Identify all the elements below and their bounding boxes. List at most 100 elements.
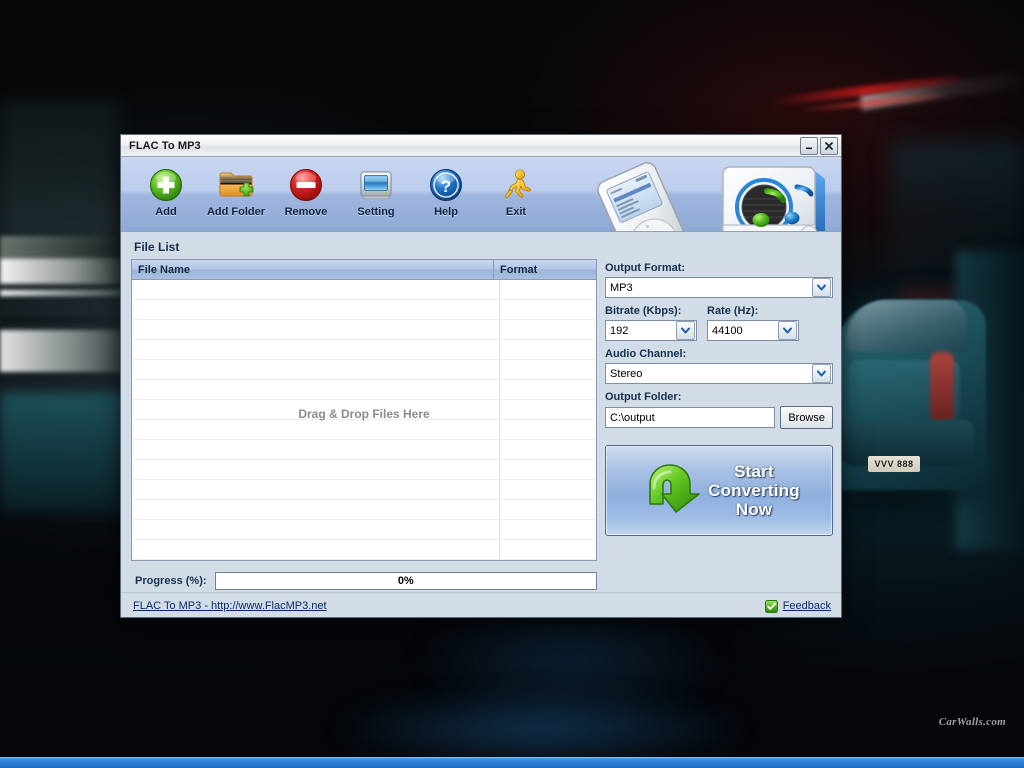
toolbar-label-add-folder: Add Folder xyxy=(207,206,265,218)
help-icon: ? xyxy=(426,165,466,205)
feedback-group[interactable]: Feedback xyxy=(765,600,831,613)
rate-value: 44100 xyxy=(708,325,778,337)
file-list-rows[interactable]: Drag & Drop Files Here xyxy=(132,280,596,560)
toolbar: Add Add Folder xyxy=(121,157,841,232)
car-taillight xyxy=(930,352,954,422)
site-link[interactable]: FLAC To MP3 - http://www.FlacMP3.net xyxy=(133,600,327,612)
green-check-icon xyxy=(765,600,778,613)
file-list[interactable]: File Name Format xyxy=(131,259,597,561)
remove-icon xyxy=(286,165,326,205)
toolbar-label-add: Add xyxy=(155,206,176,218)
column-header-format[interactable]: Format xyxy=(494,260,596,279)
svg-text:?: ? xyxy=(441,177,451,196)
audio-channel-label: Audio Channel: xyxy=(605,348,833,360)
wallpaper-blur-left-top xyxy=(0,100,118,240)
bitrate-value: 192 xyxy=(606,325,676,337)
title-bar[interactable]: FLAC To MP3 xyxy=(121,135,841,157)
progress-bar: 0% xyxy=(215,572,597,590)
add-icon xyxy=(146,165,186,205)
file-list-title: File List xyxy=(134,240,597,254)
table-row[interactable] xyxy=(132,480,596,500)
toolbar-label-exit: Exit xyxy=(506,206,526,218)
left-column: File List File Name Format xyxy=(131,240,597,592)
start-button-line3: Now xyxy=(736,500,772,519)
toolbar-label-setting: Setting xyxy=(357,206,394,218)
toolbar-label-remove: Remove xyxy=(285,206,328,218)
chevron-down-icon[interactable] xyxy=(812,364,831,383)
table-row[interactable] xyxy=(132,380,596,400)
toolbar-button-help[interactable]: ? Help xyxy=(411,161,481,218)
table-row[interactable] xyxy=(132,400,596,420)
rate-label: Rate (Hz): xyxy=(707,305,799,317)
progress-row: Progress (%): 0% xyxy=(131,570,597,592)
audio-channel-group: Audio Channel: Stereo xyxy=(605,348,833,384)
wallpaper-watermark: CarWalls.com xyxy=(939,716,1006,728)
toolbar-label-help: Help xyxy=(434,206,458,218)
wallpaper-light-streak-3 xyxy=(0,330,140,372)
window-controls xyxy=(800,137,838,155)
table-row[interactable] xyxy=(132,320,596,340)
table-row[interactable] xyxy=(132,280,596,300)
table-row[interactable] xyxy=(132,540,596,560)
car-window xyxy=(846,300,966,352)
output-folder-group: Output Folder: C:\output Browse xyxy=(605,391,833,429)
rate-group: Rate (Hz): 44100 xyxy=(707,305,799,341)
feedback-link[interactable]: Feedback xyxy=(783,600,831,612)
output-format-value: MP3 xyxy=(606,282,812,294)
output-format-group: Output Format: MP3 xyxy=(605,262,833,298)
start-button-text: Start Converting Now xyxy=(708,462,800,519)
wallpaper-teal-water xyxy=(0,392,126,512)
green-down-arrow-icon xyxy=(638,456,702,525)
file-list-header: File Name Format xyxy=(132,260,596,280)
footer: FLAC To MP3 - http://www.FlacMP3.net Fee… xyxy=(121,592,841,619)
music-folder-illustration xyxy=(709,157,835,232)
bitrate-rate-row: Bitrate (Kbps): 192 Rate (Hz): 44100 xyxy=(605,305,833,348)
close-button[interactable] xyxy=(820,137,838,155)
minimize-button[interactable] xyxy=(800,137,818,155)
table-row[interactable] xyxy=(132,520,596,540)
table-row[interactable] xyxy=(132,460,596,480)
table-row[interactable] xyxy=(132,500,596,520)
table-row[interactable] xyxy=(132,440,596,460)
table-row[interactable] xyxy=(132,360,596,380)
toolbar-button-remove[interactable]: Remove xyxy=(271,161,341,218)
audio-channel-select[interactable]: Stereo xyxy=(605,363,833,384)
table-row[interactable] xyxy=(132,340,596,360)
start-converting-button[interactable]: Start Converting Now xyxy=(605,445,833,536)
progress-value: 0% xyxy=(398,575,414,587)
chevron-down-icon[interactable] xyxy=(676,321,695,340)
chevron-down-icon[interactable] xyxy=(778,321,797,340)
setting-icon xyxy=(356,165,396,205)
bitrate-label: Bitrate (Kbps): xyxy=(605,305,697,317)
toolbar-button-setting[interactable]: Setting xyxy=(341,161,411,218)
rate-select[interactable]: 44100 xyxy=(707,320,799,341)
wallpaper-dark-band xyxy=(0,318,128,322)
bitrate-group: Bitrate (Kbps): 192 xyxy=(605,305,697,341)
car-license-plate: VVV 888 xyxy=(868,456,920,472)
add-folder-icon xyxy=(216,165,256,205)
table-row[interactable] xyxy=(132,300,596,320)
audio-channel-value: Stereo xyxy=(606,368,812,380)
toolbar-button-exit[interactable]: Exit xyxy=(481,161,551,218)
output-folder-input[interactable]: C:\output xyxy=(605,407,775,428)
start-button-line2: Converting xyxy=(708,481,800,500)
wallpaper-glow-upper xyxy=(0,236,120,258)
wallpaper-light-streak-1 xyxy=(0,258,132,284)
ipod-illustration xyxy=(581,161,709,232)
application-window: FLAC To MP3 xyxy=(120,134,842,618)
bitrate-select[interactable]: 192 xyxy=(605,320,697,341)
taskbar[interactable] xyxy=(0,757,1024,768)
output-format-select[interactable]: MP3 xyxy=(605,277,833,298)
start-button-line1: Start xyxy=(734,462,774,481)
progress-label: Progress (%): xyxy=(131,575,207,587)
browse-button[interactable]: Browse xyxy=(780,406,833,429)
chevron-down-icon[interactable] xyxy=(812,278,831,297)
toolbar-button-add[interactable]: Add xyxy=(131,161,201,218)
table-row[interactable] xyxy=(132,420,596,440)
settings-panel: Output Format: MP3 Bitrate (Kbps): 192 xyxy=(605,240,833,592)
output-folder-label: Output Folder: xyxy=(605,391,833,403)
window-body: File List File Name Format xyxy=(121,232,841,592)
toolbar-button-add-folder[interactable]: Add Folder xyxy=(201,161,271,218)
column-header-file-name[interactable]: File Name xyxy=(132,260,494,279)
window-title: FLAC To MP3 xyxy=(121,140,201,152)
